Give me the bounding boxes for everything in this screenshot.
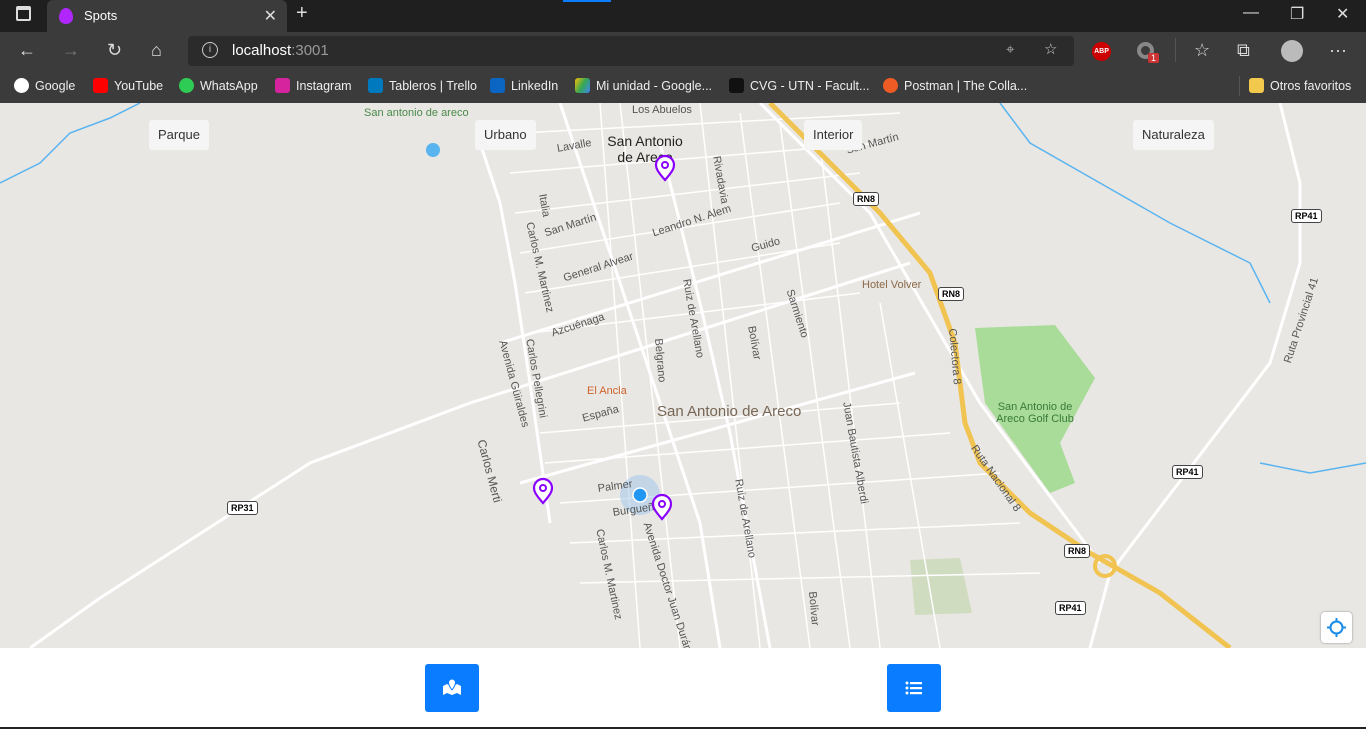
url-host: localhost (232, 42, 292, 59)
bookmark-whatsapp[interactable]: WhatsApp (179, 78, 258, 93)
instagram-icon (275, 78, 290, 93)
map-label-city: San Antonio de Areco (657, 403, 802, 420)
info-icon[interactable]: i (202, 42, 218, 58)
map-marker-icon (443, 678, 461, 695)
spot-marker-icon[interactable] (531, 477, 555, 505)
spot-marker-icon[interactable] (653, 154, 677, 182)
filter-urbano[interactable]: Urbano (475, 120, 536, 150)
map-streets (0, 103, 1366, 648)
new-tab-icon[interactable]: + (296, 2, 308, 25)
youtube-icon (93, 78, 108, 93)
collections-icon[interactable]: ⧉ (1237, 40, 1250, 61)
forward-icon[interactable]: → (62, 40, 80, 61)
adblock-icon[interactable]: ABP (1092, 42, 1111, 61)
tab-title: Spots (84, 8, 118, 23)
current-location-dot (632, 487, 648, 503)
close-tab-icon[interactable]: ✕ (264, 6, 277, 26)
other-favorites[interactable]: Otros favoritos (1249, 78, 1351, 93)
location-icon[interactable]: ⌖ (1006, 41, 1014, 58)
extension-badge: 1 (1148, 53, 1160, 63)
address-bar[interactable]: i localhost:3001 ⌖ ☆ (188, 36, 1074, 66)
route-shield: RP41 (1055, 601, 1086, 615)
title-bar: Spots ✕ + — ❐ ✕ (0, 0, 1366, 32)
bottom-nav (0, 648, 1366, 729)
restore-icon[interactable]: ❐ (1290, 4, 1304, 24)
route-shield: RP41 (1172, 465, 1203, 479)
spot-marker-icon[interactable] (650, 493, 674, 521)
bookmark-trello[interactable]: Tableros | Trello (368, 78, 477, 93)
bookmark-google[interactable]: Google (14, 78, 75, 93)
tab-actions-icon[interactable] (16, 6, 31, 21)
home-icon[interactable]: ⌂ (151, 40, 162, 61)
map-label-hotel: Hotel Volver (862, 279, 922, 291)
locate-me-button[interactable] (1321, 612, 1352, 643)
linkedin-icon (490, 78, 505, 93)
list-icon (905, 681, 922, 695)
divider (1175, 38, 1176, 62)
map-label: Los Abuelos (632, 104, 692, 116)
url-port: :3001 (291, 42, 329, 59)
crosshair-icon (1327, 618, 1346, 637)
map-label-restaurant: El Ancla (587, 385, 627, 397)
bookmark-youtube[interactable]: YouTube (93, 78, 163, 93)
route-shield: RN8 (1064, 544, 1091, 558)
postman-icon (883, 78, 898, 93)
bookmark-cvg[interactable]: CVG - UTN - Facult... (729, 78, 869, 93)
favorites-icon[interactable]: ☆ (1194, 40, 1210, 61)
bookmark-instagram[interactable]: Instagram (275, 78, 352, 93)
route-shield: RN8 (853, 192, 880, 206)
whatsapp-icon (179, 78, 194, 93)
filter-parque[interactable]: Parque (149, 120, 209, 150)
bookmark-linkedin[interactable]: LinkedIn (490, 78, 558, 93)
browser-toolbar: ← → ↻ ⌂ i localhost:3001 ⌖ ☆ ABP 1 ☆ ⧉ ·… (0, 32, 1366, 70)
folder-icon (1249, 78, 1264, 93)
filter-interior[interactable]: Interior (804, 120, 863, 150)
bookmark-drive[interactable]: Mi unidad - Google... (575, 78, 712, 93)
map-label-golf: San Antonio de Areco Golf Club (996, 401, 1074, 425)
divider (1239, 76, 1240, 96)
more-icon[interactable]: ··· (1329, 40, 1347, 61)
profile-avatar[interactable] (1281, 40, 1303, 62)
add-favorite-icon[interactable]: ☆ (1044, 40, 1057, 58)
list-view-button[interactable] (887, 664, 941, 712)
drive-icon (575, 78, 590, 93)
back-icon[interactable]: ← (18, 40, 36, 61)
trello-icon (368, 78, 383, 93)
route-shield: RP31 (227, 501, 258, 515)
bookmark-postman[interactable]: Postman | The Colla... (883, 78, 1027, 93)
map[interactable]: San antonio de areco San Antonio de Arec… (0, 103, 1366, 648)
map-view-button[interactable] (425, 664, 479, 712)
window-indicator (563, 0, 611, 2)
utn-icon (729, 78, 744, 93)
minimize-icon[interactable]: — (1243, 4, 1259, 22)
tab-spots[interactable]: Spots ✕ (47, 0, 287, 32)
filter-naturaleza[interactable]: Naturaleza (1133, 120, 1214, 150)
reload-icon[interactable]: ↻ (107, 40, 122, 61)
route-shield: RP41 (1291, 209, 1322, 223)
close-window-icon[interactable]: ✕ (1336, 4, 1349, 24)
spots-favicon (59, 8, 73, 24)
map-label: San antonio de areco (364, 107, 469, 119)
route-shield: RN8 (938, 287, 965, 301)
google-icon (14, 78, 29, 93)
bookmarks-bar: Google YouTube WhatsApp Instagram Tabler… (0, 70, 1366, 103)
